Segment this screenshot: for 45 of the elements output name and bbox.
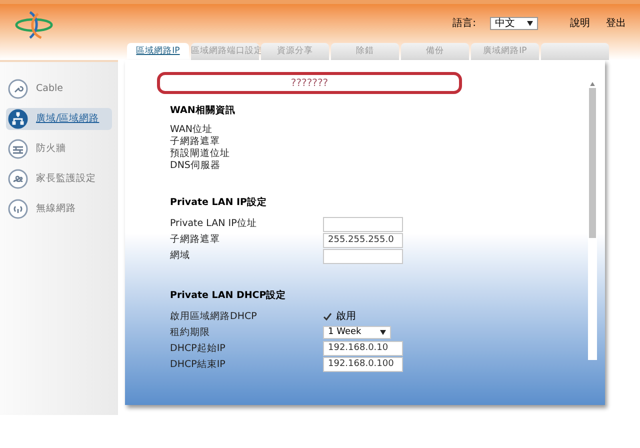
field-label: Private LAN IP位址 <box>170 217 258 232</box>
field-label: DHCP起始IP <box>170 342 226 356</box>
sidebar-item[interactable]: 防火牆 <box>6 138 112 160</box>
wireless-icon <box>8 199 28 219</box>
checkbox-label: 啟用 <box>336 310 356 324</box>
scroll-up-icon <box>590 82 595 86</box>
sidebar-item[interactable]: 廣域/區域網路 <box>6 108 112 130</box>
tab[interactable]: 區域網路IP <box>127 43 189 60</box>
field-label: 啟用區域網路DHCP <box>170 310 258 324</box>
language-dropdown[interactable]: 中文 <box>490 16 538 30</box>
input-field[interactable] <box>323 249 403 264</box>
header-link[interactable]: 說明 <box>570 16 590 30</box>
section-title: WAN相關資訊 <box>170 104 236 118</box>
language-label: 語言: <box>452 16 476 30</box>
checkbox[interactable] <box>323 312 332 322</box>
sidebar-item[interactable]: 家長監護設定 <box>6 168 112 190</box>
people-icon <box>8 169 28 189</box>
logo-icon <box>14 9 54 41</box>
caret-icon <box>527 20 533 26</box>
scroll-thumb[interactable] <box>589 88 596 238</box>
field-label: WAN位址 <box>170 123 214 136</box>
field-label: 網域 <box>170 249 191 264</box>
field-label: 子網路遮罩 <box>170 233 221 248</box>
input-field[interactable]: 192.168.0.100 <box>323 357 403 372</box>
sidebar-item[interactable]: Cable <box>6 78 112 100</box>
section-title: Private LAN IP設定 <box>170 196 268 210</box>
input-field[interactable]: 255.255.255.0 <box>323 233 403 248</box>
field-label: DNS伺服器 <box>170 159 222 174</box>
dropdown[interactable]: 1 Week <box>323 326 391 340</box>
header-link[interactable]: 登出 <box>606 16 626 30</box>
wall-icon <box>8 139 28 159</box>
banner: ??????? <box>157 72 462 94</box>
caret-icon <box>380 330 386 336</box>
sidebar-item[interactable]: 無線網路 <box>6 198 112 220</box>
tab[interactable] <box>541 43 609 60</box>
field-label: DHCP結束IP <box>170 358 226 372</box>
input-field[interactable] <box>323 217 403 232</box>
input-field[interactable]: 192.168.0.10 <box>323 341 403 356</box>
key-icon <box>8 79 28 99</box>
section-title: Private LAN DHCP設定 <box>170 288 288 302</box>
scrollbar[interactable] <box>588 80 597 360</box>
network-icon <box>8 109 28 129</box>
field-label: 預設閘道位址 <box>170 147 231 160</box>
field-label: 子網路遮罩 <box>170 135 221 148</box>
field-label: 租約期限 <box>170 326 211 340</box>
